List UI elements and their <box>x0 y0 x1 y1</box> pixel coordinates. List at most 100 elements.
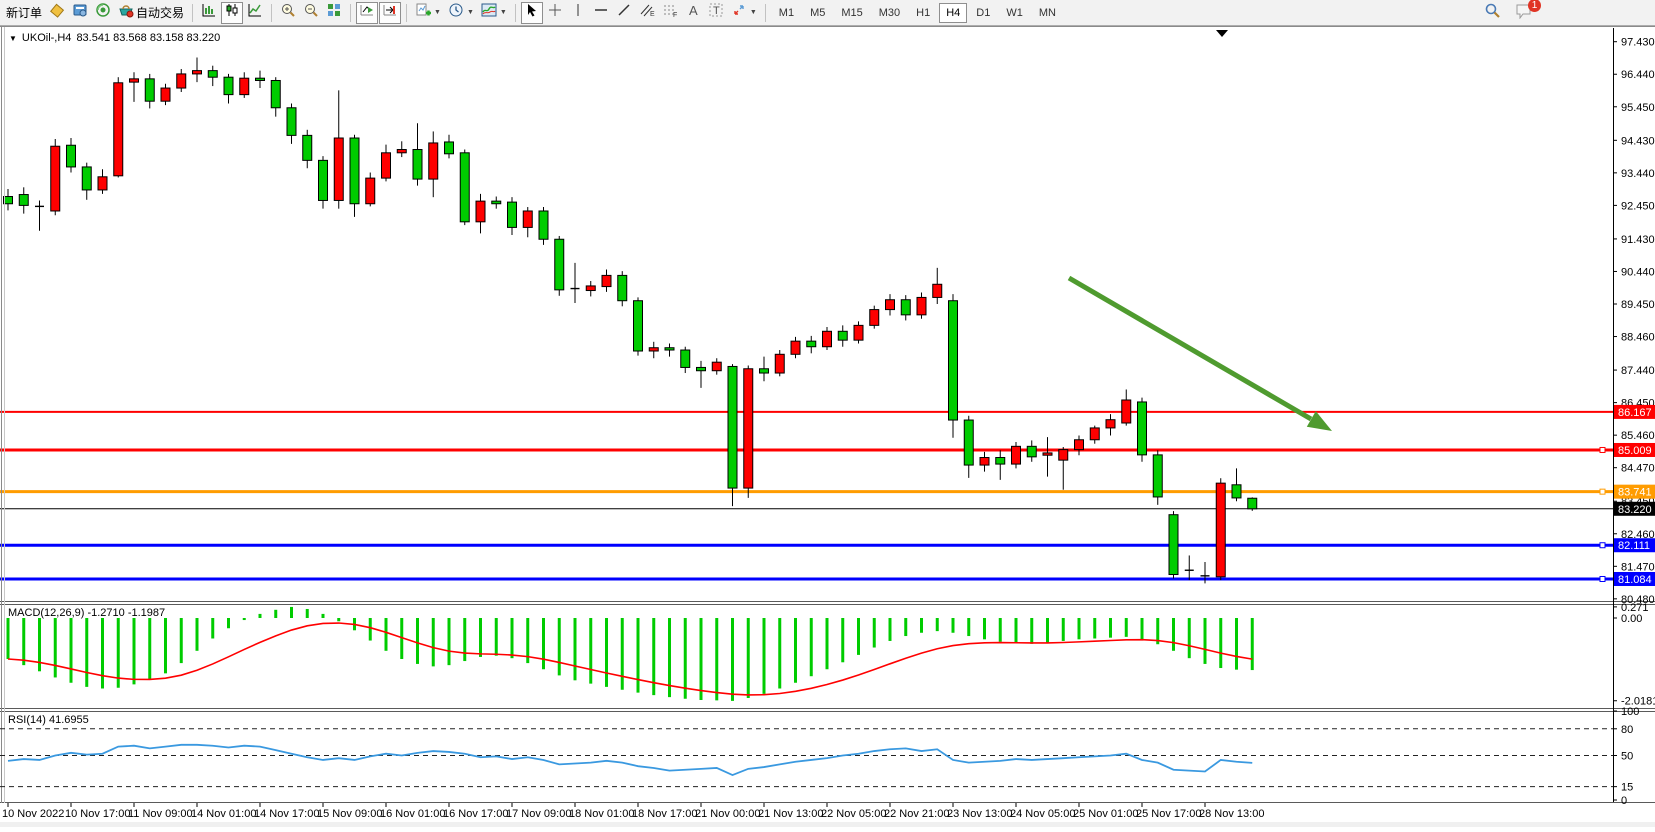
time-tick-label: 14 Nov 17:00 <box>254 808 319 820</box>
time-tick-label: 14 Nov 01:00 <box>191 808 256 820</box>
timeframe-H4[interactable]: H4 <box>939 3 967 23</box>
new-order-button[interactable]: 新订单 <box>3 2 45 24</box>
crosshair-button[interactable] <box>544 2 566 24</box>
cursor-button[interactable] <box>521 2 543 24</box>
time-axis[interactable]: 10 Nov 202210 Nov 17:0011 Nov 09:0014 No… <box>2 803 1264 820</box>
toolbar-separator <box>515 4 516 22</box>
price-tick-label: 90.440 <box>1621 266 1655 278</box>
data-window-button[interactable] <box>69 2 91 24</box>
data-window-icon <box>72 2 88 23</box>
chevron-down-icon: ▼ <box>467 9 474 16</box>
zoom-in-icon <box>280 2 296 23</box>
vertical-line-button[interactable] <box>567 2 589 24</box>
timeframe-W1[interactable]: W1 <box>999 3 1030 23</box>
price-tick-label: 84.470 <box>1621 463 1655 475</box>
candle-body <box>728 366 737 488</box>
candle-body <box>1138 402 1147 455</box>
chart-shift-icon <box>382 2 398 23</box>
candle-body <box>287 108 296 136</box>
candle-body <box>161 88 170 101</box>
toolbar-separator <box>192 4 193 22</box>
tile-windows-button[interactable] <box>323 2 345 24</box>
candlestick-series <box>4 57 1257 583</box>
candle-body <box>1216 483 1225 577</box>
crosshair-icon <box>547 2 563 23</box>
search-icon[interactable] <box>1484 2 1501 24</box>
zoom-in-button[interactable] <box>277 2 299 24</box>
toolbar-separator <box>765 4 766 22</box>
line-drag-marker[interactable] <box>1600 489 1605 494</box>
auto-trading-button[interactable]: 自动交易 <box>115 2 187 24</box>
price-tick-label: 89.450 <box>1621 299 1655 311</box>
line-drag-marker[interactable] <box>1600 576 1605 581</box>
trend-arrow[interactable] <box>1069 278 1332 431</box>
timeframe-M15[interactable]: M15 <box>834 3 869 23</box>
candle-body <box>886 300 895 310</box>
fibonacci-button[interactable]: F <box>659 2 681 24</box>
equidistant-channel-button[interactable]: E <box>636 2 658 24</box>
timeframe-H1[interactable]: H1 <box>909 3 937 23</box>
line-drag-marker[interactable] <box>1600 543 1605 548</box>
price-axis[interactable]: 97.43096.44095.45094.43093.44092.45091.4… <box>1613 28 1655 802</box>
text-label-button[interactable]: T <box>705 2 727 24</box>
candle-body <box>82 167 91 190</box>
timeframe-D1[interactable]: D1 <box>969 3 997 23</box>
time-tick-label: 22 Nov 05:00 <box>821 808 886 820</box>
svg-text:F: F <box>673 12 677 18</box>
time-tick-label: 17 Nov 09:00 <box>506 808 571 820</box>
candle-body <box>193 71 202 74</box>
collapse-triangle-icon[interactable]: ▼ <box>9 34 17 43</box>
chevron-down-icon: ▼ <box>750 9 757 16</box>
mail-icon <box>49 2 65 23</box>
time-tick-label: 10 Nov 2022 <box>2 808 64 820</box>
toolbar-separator <box>271 4 272 22</box>
chart-shift-button[interactable] <box>379 2 401 24</box>
arrows-icon <box>731 2 747 23</box>
time-tick-label: 18 Nov 17:00 <box>632 808 697 820</box>
signal-button[interactable] <box>92 2 114 24</box>
candle-body <box>1027 446 1036 457</box>
candle-body <box>838 331 847 340</box>
candle-body <box>823 331 832 346</box>
timeframe-MN[interactable]: MN <box>1032 3 1063 23</box>
bar-chart-button[interactable] <box>198 2 220 24</box>
line-chart-button[interactable] <box>244 2 266 24</box>
trendline-icon <box>616 2 632 23</box>
timeframe-M5[interactable]: M5 <box>803 3 832 23</box>
chart-title: ▼ UKOil-,H4 83.541 83.568 83.158 83.220 <box>9 32 220 44</box>
trendline-button[interactable] <box>613 2 635 24</box>
candle-body <box>1169 515 1178 575</box>
periods-button[interactable]: ▼ <box>445 2 477 24</box>
candlestick-chart-button[interactable] <box>221 2 243 24</box>
templates-button[interactable]: ▼ <box>478 2 510 24</box>
rsi-tick-label: 100 <box>1621 706 1639 718</box>
timeframe-M1[interactable]: M1 <box>772 3 801 23</box>
candle-body <box>539 211 548 239</box>
horizontal-line-icon <box>593 2 609 23</box>
mail-button[interactable] <box>46 2 68 24</box>
candle-body <box>508 202 517 227</box>
line-chart-icon <box>247 2 263 23</box>
shift-marker-icon[interactable] <box>1216 30 1228 37</box>
horizontal-line-button[interactable] <box>590 2 612 24</box>
horizontal-lines[interactable] <box>0 412 1613 582</box>
notifications-button[interactable]: 1 <box>1515 3 1533 24</box>
candle-body <box>224 77 233 94</box>
indicators-button[interactable]: ▼ <box>412 2 444 24</box>
timeframe-M30[interactable]: M30 <box>872 3 907 23</box>
arrows-button[interactable]: ▼ <box>728 2 760 24</box>
macd-pane: MACD(12,26,9) -1.2710 -1.19870.2710.00-2… <box>8 602 1655 708</box>
price-badge: 82.111 <box>1614 538 1655 552</box>
auto-scroll-button[interactable] <box>356 2 378 24</box>
text-button[interactable]: A <box>682 2 704 24</box>
toolbar-separator <box>350 4 351 22</box>
ohlc-values: 83.541 83.568 83.158 83.220 <box>76 32 220 44</box>
candle-body <box>744 369 753 488</box>
candle-body <box>854 325 863 340</box>
clock-icon <box>448 2 464 23</box>
time-tick-label: 11 Nov 09:00 <box>128 808 193 820</box>
line-drag-marker[interactable] <box>1600 447 1605 452</box>
zoom-out-button[interactable] <box>300 2 322 24</box>
candle-body <box>429 143 438 179</box>
trend-arrow-line[interactable] <box>1069 278 1311 419</box>
